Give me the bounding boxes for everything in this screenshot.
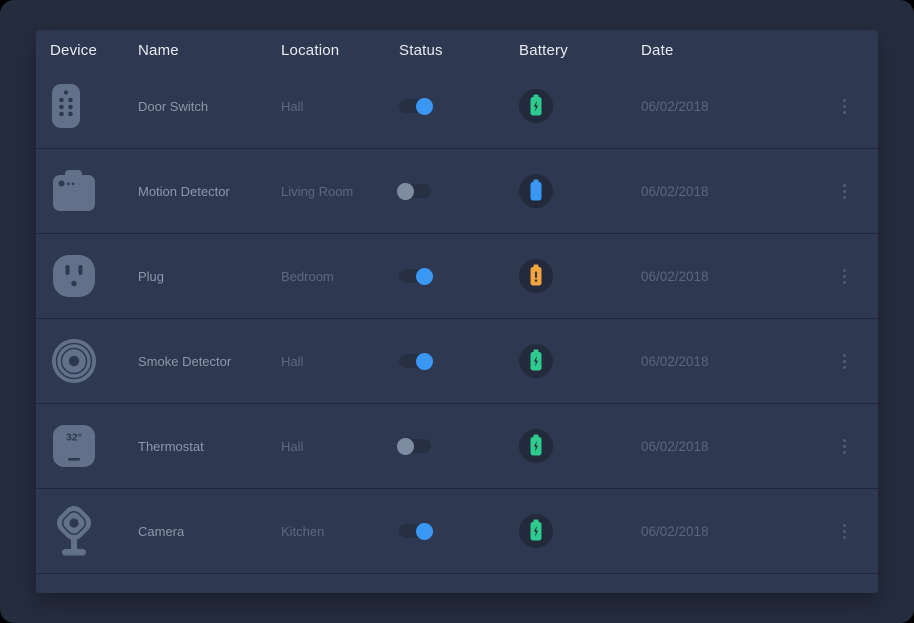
battery-indicator [519,514,553,548]
device-location: Hall [281,439,399,454]
column-header-date: Date [641,36,811,59]
device-location: Bedroom [281,269,399,284]
status-toggle[interactable] [399,99,431,113]
thermostat-icon: 32° [51,423,97,469]
battery-indicator [519,344,553,378]
battery-icon [528,349,544,373]
device-date: 06/02/2018 [641,99,811,114]
battery-icon [528,179,544,203]
table-row: 32° Thermostat Hall 06/02/2018 [36,404,878,489]
table-row: Plug Bedroom 06/02/2018 [36,234,878,319]
device-location: Living Room [281,184,399,199]
table-row: Smoke Detector Hall 06/02/2018 [36,319,878,404]
column-header-name: Name [138,36,281,59]
device-icon-cell [36,253,138,299]
battery-indicator [519,259,553,293]
device-date: 06/02/2018 [641,269,811,284]
column-header-location: Location [281,36,399,59]
device-location: Kitchen [281,524,399,539]
row-menu-kebab-icon[interactable] [837,433,852,460]
toggle-knob [397,183,414,200]
status-toggle[interactable] [399,269,431,283]
battery-indicator [519,89,553,123]
table-header-row: Device Name Location Status Battery Date [36,30,878,64]
toggle-knob [416,353,433,370]
device-icon-cell: 32° [36,423,138,469]
battery-icon [528,434,544,458]
table-row: Motion Detector Living Room 06/02/2018 [36,149,878,234]
row-menu-kebab-icon[interactable] [837,348,852,375]
device-date: 06/02/2018 [641,439,811,454]
status-toggle[interactable] [399,354,431,368]
battery-icon [528,94,544,118]
device-date: 06/02/2018 [641,184,811,199]
power-plug-icon [51,253,97,299]
toggle-knob [397,438,414,455]
row-menu-kebab-icon[interactable] [837,178,852,205]
status-toggle[interactable] [399,439,431,453]
status-toggle[interactable] [399,184,431,198]
column-header-device: Device [36,36,138,59]
device-name: Plug [138,269,281,284]
device-icon-cell [36,170,138,212]
devices-table: Device Name Location Status Battery Date… [36,30,878,593]
device-name: Door Switch [138,99,281,114]
smoke-detector-icon [51,338,97,384]
battery-icon [528,519,544,543]
table-row: Camera Kitchen 06/02/2018 [36,489,878,574]
motion-sensor-icon [51,170,97,212]
battery-indicator [519,174,553,208]
device-name: Motion Detector [138,184,281,199]
battery-icon [528,264,544,288]
device-date: 06/02/2018 [641,354,811,369]
app-window: Device Name Location Status Battery Date… [0,0,914,623]
camera-icon [51,505,97,557]
row-menu-kebab-icon[interactable] [837,93,852,120]
remote-control-icon [51,83,81,129]
table-row: Door Switch Hall 06/02/2018 [36,64,878,149]
battery-indicator [519,429,553,463]
toggle-knob [416,523,433,540]
device-name: Thermostat [138,439,281,454]
column-header-status: Status [399,36,519,59]
toggle-knob [416,98,433,115]
row-menu-kebab-icon[interactable] [837,518,852,545]
device-date: 06/02/2018 [641,524,811,539]
thermostat-temperature-label: 32° [66,432,82,444]
row-menu-kebab-icon[interactable] [837,263,852,290]
toggle-knob [416,268,433,285]
status-toggle[interactable] [399,524,431,538]
device-name: Smoke Detector [138,354,281,369]
column-header-battery: Battery [519,36,641,59]
device-icon-cell [36,505,138,557]
device-location: Hall [281,354,399,369]
device-location: Hall [281,99,399,114]
device-icon-cell [36,83,138,129]
device-name: Camera [138,524,281,539]
device-icon-cell [36,338,138,384]
